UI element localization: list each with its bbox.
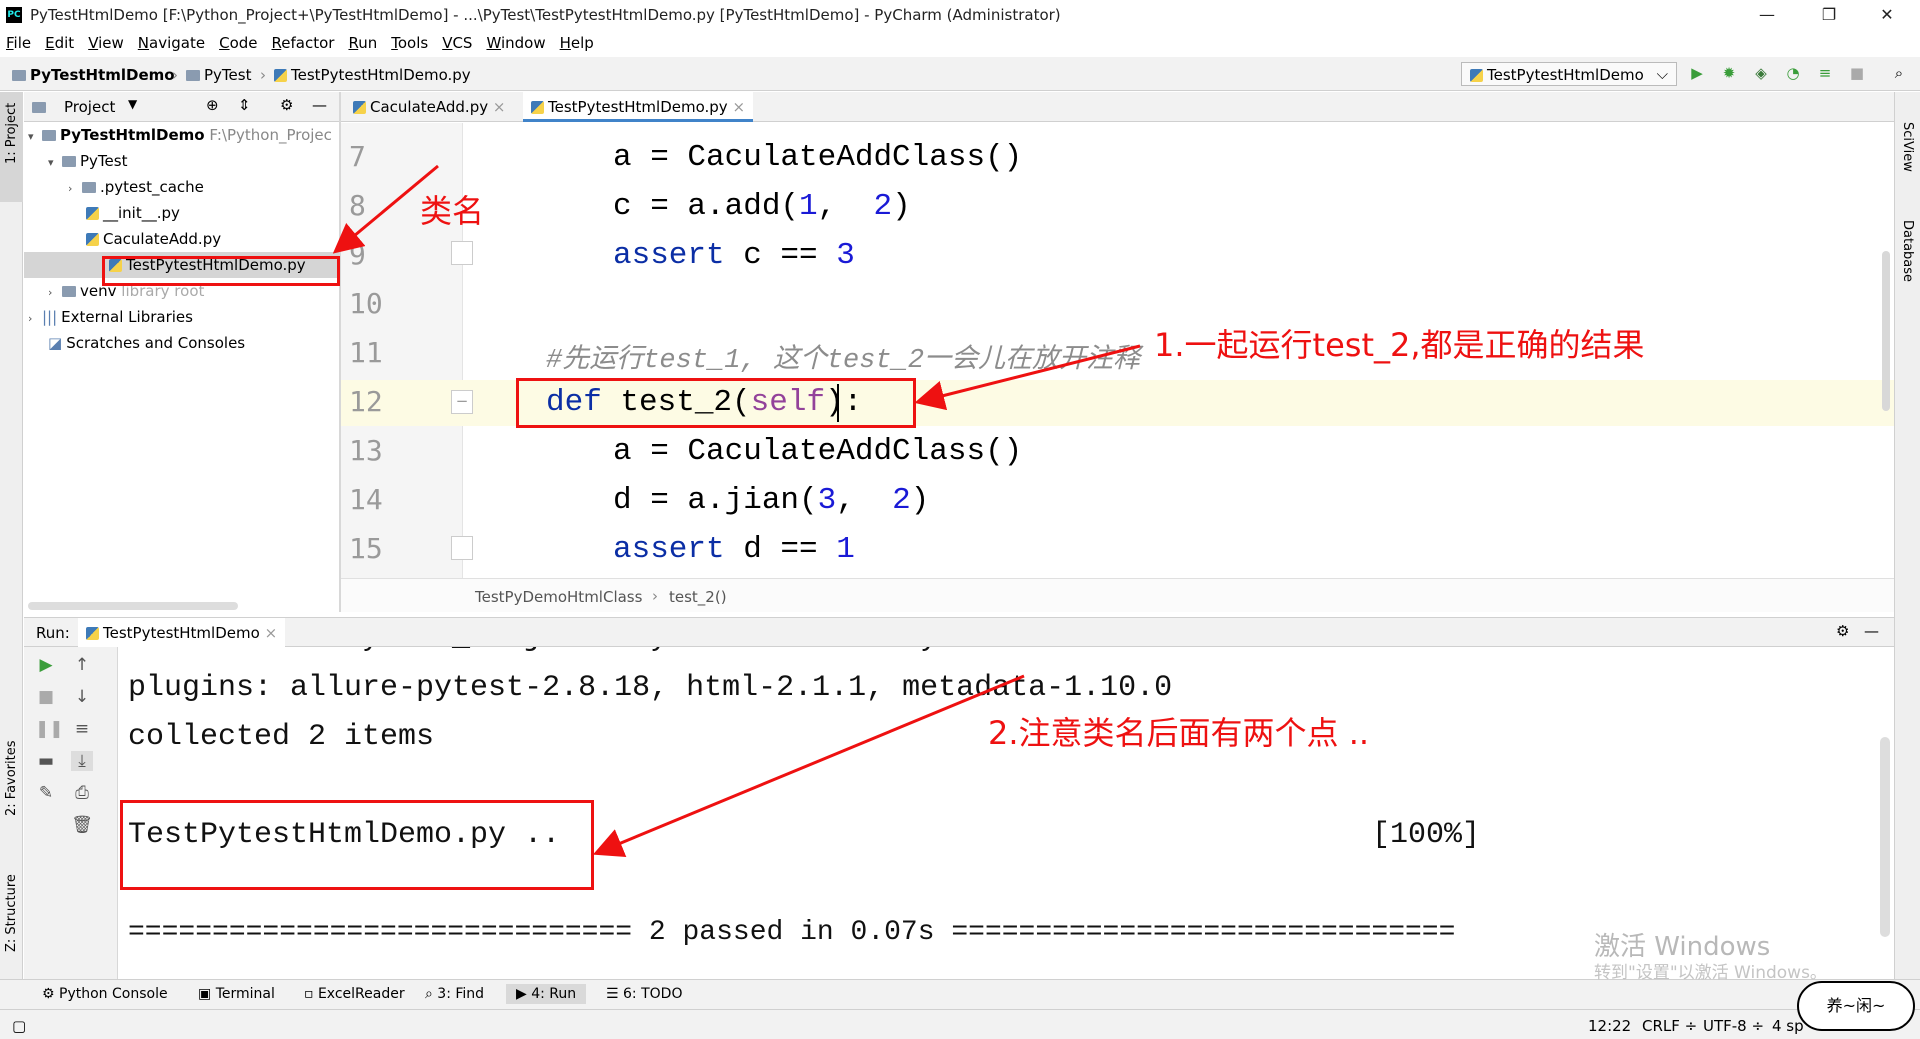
arrow-to-file xyxy=(332,164,439,254)
arrow-to-def xyxy=(914,344,1141,411)
annotation-arrows xyxy=(332,164,1141,857)
arrow-to-output xyxy=(592,674,1025,857)
